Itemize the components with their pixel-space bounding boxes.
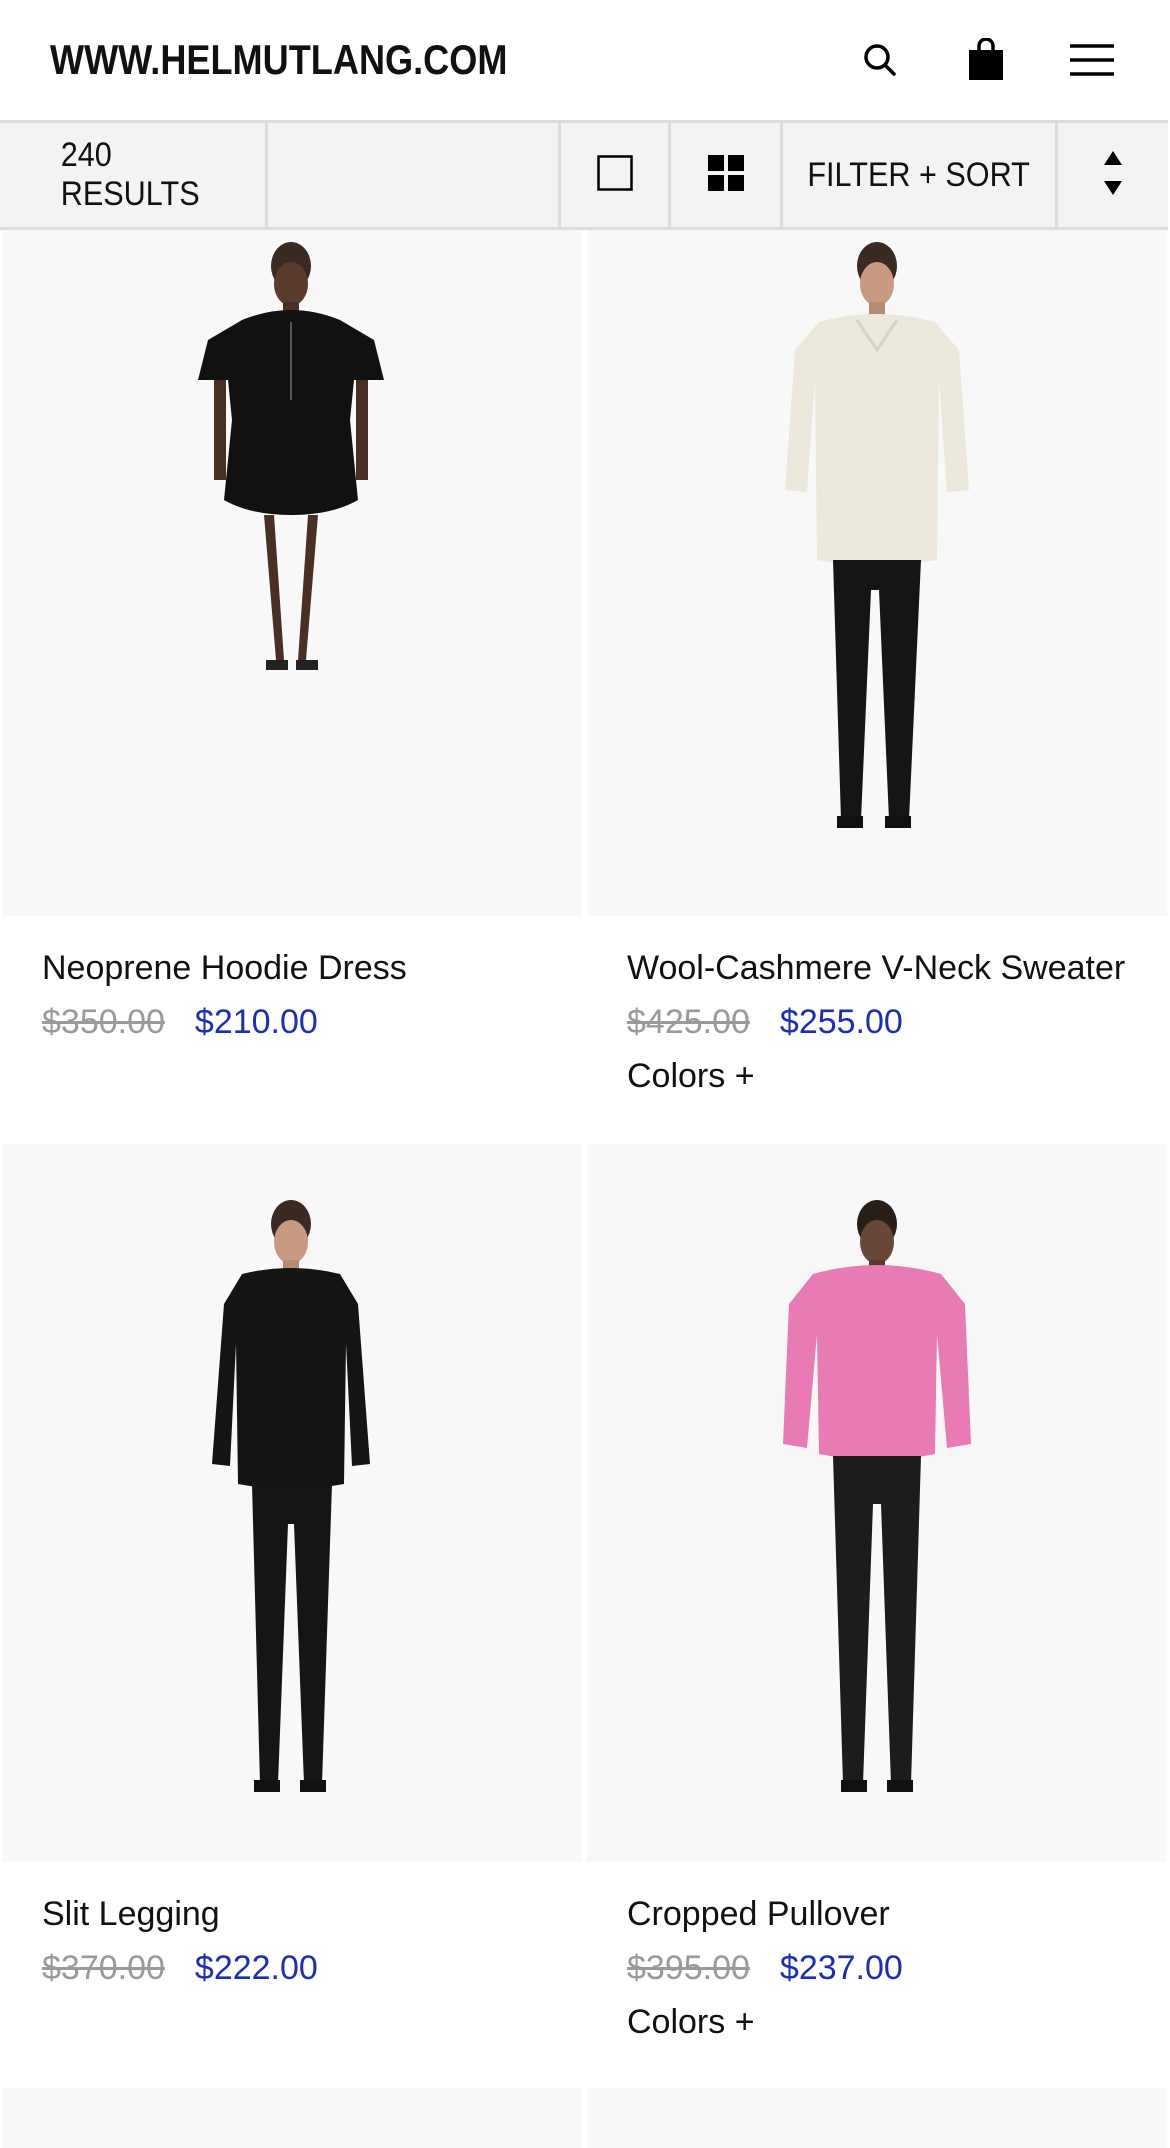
product-info: Neoprene Hoodie Dress $350.00 $210.00 [2,916,582,1144]
single-view-toggle[interactable] [561,123,671,227]
product-image[interactable] [2,1144,582,1862]
original-price: $350.00 [42,1003,165,1041]
original-price: $370.00 [42,1949,165,1987]
product-grid: Neoprene Hoodie Dress $350.00 $210.00 Wo… [0,230,1170,2148]
product-image[interactable] [587,1144,1167,1862]
product-card[interactable] [587,2088,1167,2148]
grid-view-icon [707,154,744,196]
product-card[interactable]: Wool-Cashmere V-Neck Sweater $425.00 $25… [587,230,1167,1144]
product-card[interactable]: Cropped Pullover $395.00 $237.00 Colors … [587,1144,1167,2088]
sale-price: $237.00 [779,1949,903,1987]
product-image[interactable] [2,230,582,916]
grid-view-toggle[interactable] [671,123,783,227]
product-image[interactable] [587,2088,1167,2148]
product-card[interactable] [2,2088,582,2148]
product-info: Cropped Pullover $395.00 $237.00 Colors … [587,1862,1167,2088]
product-image[interactable] [2,2088,582,2148]
site-header: WWW.HELMUTLANG.COM [0,0,1170,120]
colors-toggle[interactable]: Colors + [627,2000,1167,2044]
search-icon[interactable] [850,30,910,90]
original-price: $395.00 [627,1949,750,1987]
sort-toggle[interactable] [1058,123,1168,227]
product-prices: $370.00 $222.00 [42,1946,582,1990]
product-name[interactable]: Wool-Cashmere V-Neck Sweater [627,946,1167,990]
product-info: Wool-Cashmere V-Neck Sweater $425.00 $25… [587,916,1167,1144]
product-name[interactable]: Neoprene Hoodie Dress [42,946,582,990]
product-name[interactable]: Cropped Pullover [627,1892,1167,1936]
site-logo[interactable]: WWW.HELMUTLANG.COM [50,36,507,84]
product-image[interactable] [587,230,1167,916]
header-icons [804,30,1122,90]
sale-price: $210.00 [194,1003,318,1041]
product-prices: $425.00 $255.00 [627,1000,1167,1044]
product-info: Slit Legging $370.00 $222.00 [2,1862,582,2088]
single-view-icon [596,154,633,196]
product-card[interactable]: Neoprene Hoodie Dress $350.00 $210.00 [2,230,582,1144]
sort-arrows-icon [1102,149,1124,202]
filter-sort-button[interactable]: FILTER + SORT [783,123,1058,227]
colors-toggle[interactable]: Colors + [627,1054,1167,1098]
results-count: 240 RESULTS [0,123,268,227]
listing-toolbar: 240 RESULTS FILTER + SORT [0,120,1168,230]
original-price: $425.00 [627,1003,750,1041]
product-card[interactable]: Slit Legging $370.00 $222.00 [2,1144,582,2088]
toolbar-spacer [268,123,561,227]
product-name[interactable]: Slit Legging [42,1892,582,1936]
sale-price: $255.00 [779,1003,903,1041]
product-prices: $350.00 $210.00 [42,1000,582,1044]
sale-price: $222.00 [194,1949,318,1987]
shopping-bag-icon[interactable] [956,30,1016,90]
hamburger-menu-icon[interactable] [1062,30,1122,90]
product-prices: $395.00 $237.00 [627,1946,1167,1990]
